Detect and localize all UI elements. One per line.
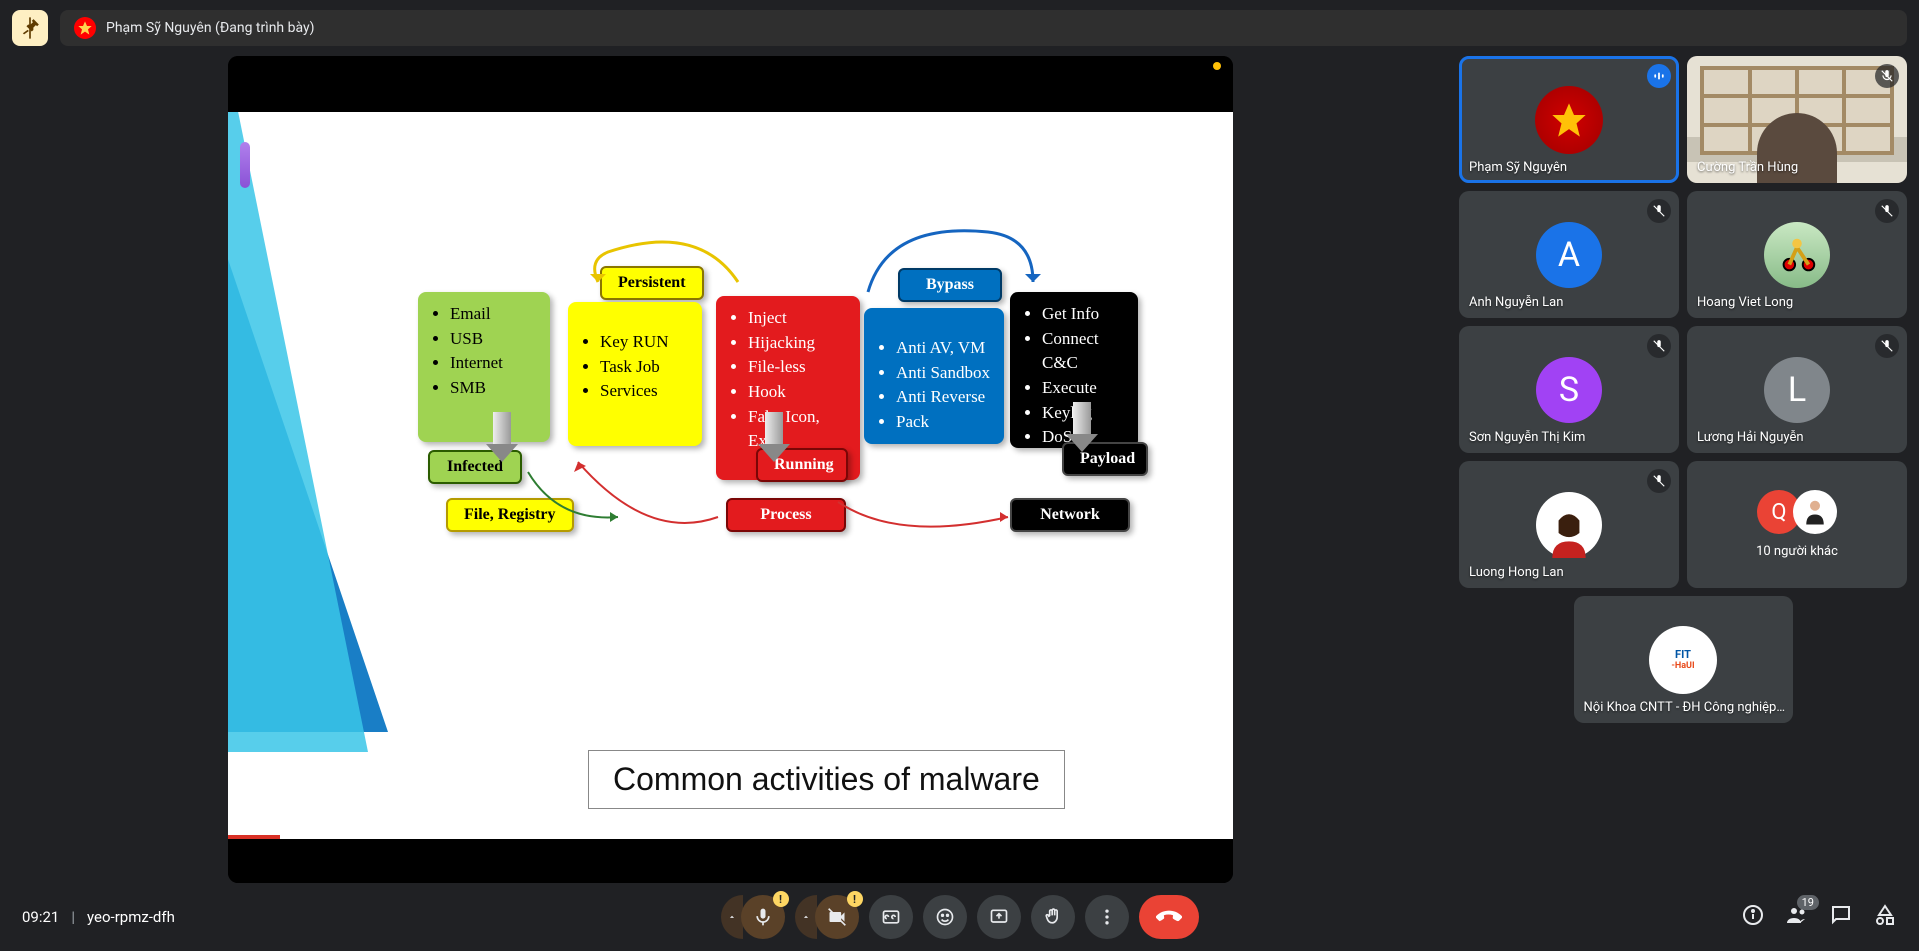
captions-button[interactable] — [869, 895, 913, 939]
participant-name: Hoang Viet Long — [1697, 295, 1793, 310]
mic-options-button[interactable] — [721, 895, 743, 939]
participant-tile[interactable]: L Lương Hải Nguyễn — [1687, 326, 1907, 453]
overflow-count-label: 10 người khác — [1756, 544, 1838, 559]
participants-grid: Phạm Sỹ Nguyên Cường Trần Hùng A Anh Ngu… — [1459, 56, 1907, 883]
participant-tile[interactable]: Luong Hong Lan — [1459, 461, 1679, 588]
participant-name: Luong Hong Lan — [1469, 565, 1564, 580]
captions-icon — [881, 907, 901, 927]
slide-item: Anti Reverse — [896, 385, 990, 410]
participant-tile[interactable]: A Anh Nguyễn Lan — [1459, 191, 1679, 318]
slide-item: Anti Sandbox — [896, 361, 990, 386]
participants-button[interactable]: 19 — [1785, 903, 1809, 931]
mic-off-icon — [1647, 469, 1671, 493]
hangup-icon — [1156, 904, 1182, 930]
shapes-icon — [1873, 903, 1897, 927]
mic-off-icon — [1647, 334, 1671, 358]
presenter-banner[interactable]: Phạm Sỹ Nguyên (Đang trình bày) — [60, 10, 1907, 46]
presentation-stage: Email USB Internet SMB Infected Persiste… — [12, 56, 1449, 883]
participant-tile[interactable]: S Sơn Nguyễn Thị Kim — [1459, 326, 1679, 453]
activities-button[interactable] — [1873, 903, 1897, 931]
mic-off-icon — [1875, 334, 1899, 358]
slide-item: Anti AV, VM — [896, 336, 990, 361]
slide-item: Email — [450, 302, 536, 327]
label-network: Network — [1010, 498, 1130, 532]
camera-toggle-button[interactable]: ! — [815, 895, 859, 939]
slide-item: SMB — [450, 376, 536, 401]
slide-item: File-less — [748, 355, 846, 380]
chevron-up-icon — [727, 912, 737, 922]
mic-off-icon — [1647, 199, 1671, 223]
slide-progress-bar — [228, 835, 280, 839]
participant-avatar: L — [1764, 357, 1830, 423]
meeting-info-button[interactable] — [1741, 903, 1765, 931]
info-icon — [1741, 903, 1765, 927]
slide-item: Pack — [896, 410, 990, 435]
chat-icon — [1829, 903, 1853, 927]
camera-options-button[interactable] — [795, 895, 817, 939]
unpin-presentation-button[interactable] — [12, 10, 48, 46]
more-options-button[interactable] — [1085, 895, 1129, 939]
mic-warning-badge: ! — [773, 891, 789, 907]
speaking-indicator-icon — [1647, 64, 1671, 88]
laser-pointer-icon — [1213, 62, 1221, 70]
participant-name: Nội Khoa CNTT - ĐH Công nghiệp… — [1584, 700, 1786, 715]
slide-item: Inject — [748, 306, 846, 331]
participant-name: Phạm Sỹ Nguyên — [1469, 160, 1567, 175]
participant-avatar — [1764, 222, 1830, 288]
participants-count-badge: 19 — [1797, 895, 1819, 910]
chevron-up-icon — [801, 912, 811, 922]
participant-name: Lương Hải Nguyễn — [1697, 430, 1804, 445]
leave-call-button[interactable] — [1139, 895, 1199, 939]
participant-avatar: FIT-HaUI — [1649, 626, 1717, 694]
participant-tile[interactable]: Cường Trần Hùng — [1687, 56, 1907, 183]
present-screen-button[interactable] — [977, 895, 1021, 939]
participant-name: Cường Trần Hùng — [1697, 160, 1798, 175]
clock-time: 09:21 — [22, 908, 59, 926]
participant-tile[interactable]: FIT-HaUI Nội Khoa CNTT - ĐH Công nghiệp… — [1574, 596, 1793, 723]
slide-item: Execute — [1042, 376, 1124, 401]
slide-item: Hijacking — [748, 331, 846, 356]
participant-overflow-tile[interactable]: Q 10 người khác — [1687, 461, 1907, 588]
reactions-button[interactable] — [923, 895, 967, 939]
hand-icon — [1043, 907, 1063, 927]
camera-warning-badge: ! — [847, 891, 863, 907]
participant-avatar: S — [1536, 357, 1602, 423]
participant-name: Sơn Nguyễn Thị Kim — [1469, 430, 1585, 445]
slide-item: Services — [600, 379, 688, 404]
separator: | — [71, 908, 75, 926]
emoji-icon — [935, 907, 955, 927]
meeting-code: yeo-rpmz-dfh — [87, 908, 175, 926]
unpin-icon — [16, 14, 44, 42]
chat-button[interactable] — [1829, 903, 1853, 931]
participant-avatar: A — [1536, 222, 1602, 288]
mic-off-icon — [1875, 199, 1899, 223]
mic-icon — [753, 907, 773, 927]
participant-tile[interactable]: Hoang Viet Long — [1687, 191, 1907, 318]
slide-item: Get Info — [1042, 302, 1124, 327]
participant-name: Anh Nguyễn Lan — [1469, 295, 1563, 310]
raise-hand-button[interactable] — [1031, 895, 1075, 939]
slide-item: Internet — [450, 351, 536, 376]
participant-avatar — [1536, 492, 1602, 558]
camera-off-icon — [827, 907, 847, 927]
meeting-controls-bar: 09:21 | yeo-rpmz-dfh ! ! — [0, 883, 1919, 951]
slide-item: Hook — [748, 380, 846, 405]
more-vert-icon — [1097, 907, 1117, 927]
overflow-avatars: Q — [1757, 490, 1837, 534]
present-icon — [989, 907, 1009, 927]
slide-item: Connect C&C — [1042, 327, 1124, 376]
mic-toggle-button[interactable]: ! — [741, 895, 785, 939]
presenter-name: Phạm Sỹ Nguyên (Đang trình bày) — [106, 20, 315, 36]
slide-title: Common activities of malware — [588, 750, 1065, 809]
presenter-avatar-icon — [74, 17, 96, 39]
participant-tile[interactable]: Phạm Sỹ Nguyên — [1459, 56, 1679, 183]
label-process: Process — [726, 498, 846, 532]
mic-off-icon — [1875, 64, 1899, 88]
slide-item: USB — [450, 327, 536, 352]
slide-item: Task Job — [600, 355, 688, 380]
presentation-slide: Email USB Internet SMB Infected Persiste… — [228, 112, 1233, 839]
participant-avatar — [1535, 86, 1603, 154]
slide-item: Key RUN — [600, 330, 688, 355]
